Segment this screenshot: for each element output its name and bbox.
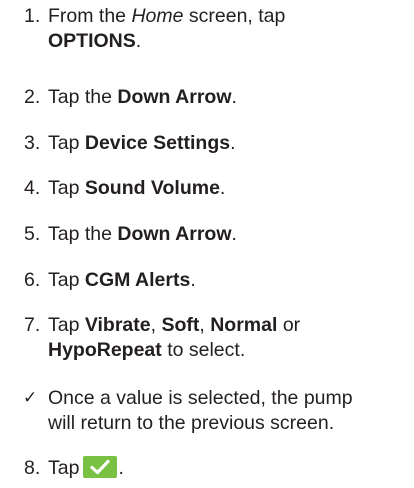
- text-run: Tap: [48, 132, 85, 154]
- text-run: Tap the: [48, 223, 118, 245]
- note-line: Once a value is selected, the pump: [48, 387, 353, 409]
- text-run: or: [277, 314, 301, 336]
- ui-term: Sound Volume: [84, 177, 220, 199]
- step-text: Tap Sound Volume.: [48, 176, 408, 201]
- text-run: .: [219, 177, 226, 199]
- text-run: Tap: [48, 457, 80, 479]
- checkmark-bullet-icon: ✓: [23, 388, 38, 408]
- ui-term: Soft: [161, 314, 200, 336]
- step-number: 1.: [24, 5, 41, 27]
- step-text: Tap the Down Arrow.: [48, 222, 408, 247]
- ui-term: HypoRepeat: [48, 339, 162, 361]
- text-run: .: [190, 269, 196, 291]
- step-number: 4.: [24, 177, 41, 199]
- note-text: Once a value is selected, the pump will …: [48, 386, 408, 436]
- step-line: OPTIONS.: [48, 29, 408, 54]
- step-text: From the Home screen, tap OPTIONS.: [48, 4, 408, 54]
- step-line: Tap Vibrate, Soft, Normal or: [48, 313, 408, 338]
- text-run: .: [135, 30, 142, 52]
- ui-term: Device Settings: [84, 132, 231, 154]
- step-text: Tap.: [48, 456, 408, 481]
- ui-term: Down Arrow: [117, 223, 232, 245]
- step-text: Tap Device Settings.: [48, 131, 408, 156]
- text-run: From the: [48, 5, 132, 27]
- step-number: 7.: [24, 314, 41, 336]
- text-run: to select.: [161, 339, 246, 361]
- step-number: 5.: [24, 223, 41, 245]
- ui-term: Normal: [210, 314, 278, 336]
- step-text: Tap the Down Arrow.: [48, 85, 408, 110]
- select-button: [83, 456, 118, 478]
- text-run: screen, tap: [183, 5, 286, 27]
- text-run: ,: [199, 314, 211, 336]
- step-line: HypoRepeat to select.: [48, 338, 408, 363]
- ui-term: CGM Alerts: [84, 269, 191, 291]
- step-text: Tap Vibrate, Soft, Normal or HypoRepeat …: [48, 313, 408, 363]
- text-run: ,: [150, 314, 162, 336]
- text-run: .: [231, 223, 237, 245]
- text-run-italic: Home: [131, 5, 184, 27]
- step-line: From the Home screen, tap: [48, 4, 408, 29]
- text-run: Tap: [48, 177, 85, 199]
- note-line: will return to the previous screen.: [48, 412, 335, 434]
- step-number: 3.: [24, 132, 41, 154]
- ui-term: Down Arrow: [117, 86, 232, 108]
- text-run: Tap the: [48, 86, 118, 108]
- text-run: .: [231, 86, 237, 108]
- ui-term: OPTIONS: [48, 30, 136, 52]
- checkmark-icon: [90, 459, 111, 475]
- text-run: Tap: [48, 269, 85, 291]
- text-run: Tap: [48, 314, 85, 336]
- text-run: .: [118, 457, 124, 479]
- step-text: Tap CGM Alerts.: [48, 268, 408, 293]
- step-number: 2.: [24, 86, 41, 108]
- step-number: 8.: [24, 457, 41, 479]
- step-number: 6.: [24, 269, 41, 291]
- text-run: .: [230, 132, 236, 154]
- ui-term: Vibrate: [84, 314, 151, 336]
